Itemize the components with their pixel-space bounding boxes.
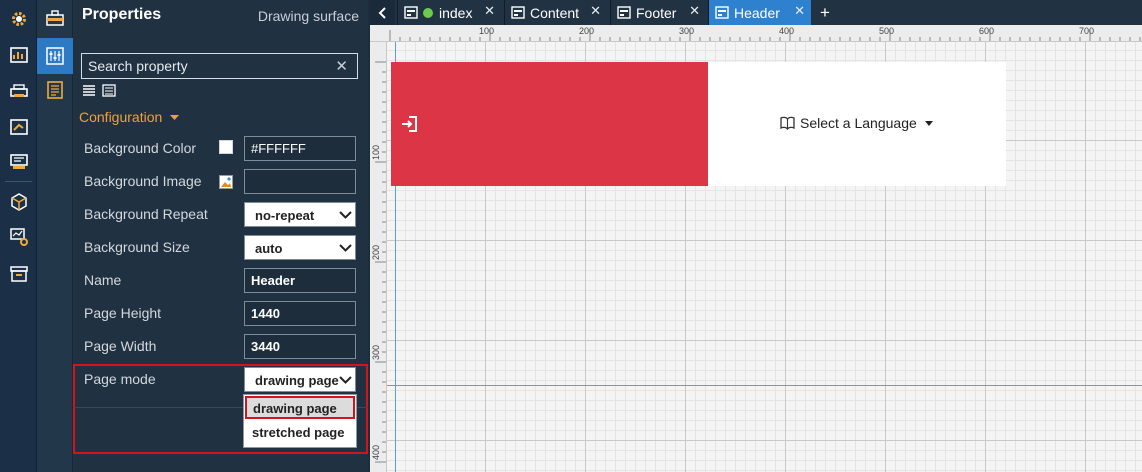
grouped-view-icon[interactable] (102, 84, 116, 97)
background-color-field[interactable]: #FFFFFF (244, 136, 356, 161)
search-input[interactable] (82, 54, 322, 78)
ruler-label: 100 (371, 145, 381, 160)
chevron-down-icon (339, 376, 352, 384)
close-icon[interactable]: ✕ (794, 3, 805, 19)
configuration-label: Configuration (79, 109, 163, 125)
background-image-field[interactable] (244, 169, 356, 194)
archive-icon[interactable] (9, 264, 28, 283)
option-drawing-page[interactable]: drawing page (245, 396, 355, 419)
tab-footer[interactable]: Footer ✕ (610, 0, 706, 25)
toolbox-icon[interactable] (37, 0, 73, 36)
tab-label: Content (530, 4, 580, 21)
printer-icon[interactable] (9, 81, 28, 100)
drawing-canvas[interactable]: 100 200 300 400 500 600 700 100 200 300 400 Selec… (370, 25, 1142, 472)
page-mode-value: drawing page (255, 373, 339, 388)
page-icon (617, 6, 631, 19)
properties-panel: Properties Drawing surface ✕ Configurati… (73, 0, 368, 472)
image-picker-icon[interactable] (219, 175, 233, 189)
page-width-label: Page Width (84, 338, 157, 354)
tab-bar: index ✕ Content ✕ Footer ✕ Header ✕ + (370, 0, 1142, 25)
icon-rail (0, 0, 37, 472)
ruler-label: 100 (479, 26, 494, 36)
background-repeat-value: no-repeat (255, 208, 315, 223)
caret-down-icon (924, 120, 933, 126)
ruler-vertical-ticks: 100 200 300 400 (371, 61, 386, 463)
cube-icon[interactable] (9, 192, 28, 211)
ruler-vertical: 100 200 300 400 (370, 42, 387, 472)
page-width-field[interactable]: 3440 (244, 334, 356, 359)
tab-content[interactable]: Content ✕ (504, 0, 607, 25)
tab-label: index (439, 4, 473, 21)
ruler-label: 300 (679, 26, 694, 36)
page-icon (511, 6, 525, 19)
tab-label: Header (734, 4, 780, 21)
ruler-label: 400 (779, 26, 794, 36)
page-mode-dropdown: drawing page stretched page (243, 394, 357, 448)
option-stretched-page[interactable]: stretched page (245, 421, 355, 444)
background-size-select[interactable]: auto (244, 235, 356, 260)
close-icon[interactable]: ✕ (590, 3, 601, 19)
panel-title: Properties (82, 6, 162, 23)
caret-down-icon (170, 115, 180, 121)
search-clear-icon[interactable]: ✕ (335, 57, 348, 75)
language-selector[interactable]: Select a Language (780, 115, 933, 131)
add-tab-button[interactable]: + (814, 0, 836, 25)
tab-index[interactable]: index ✕ (397, 0, 501, 25)
ruler-label: 200 (371, 245, 381, 260)
secondary-rail (37, 0, 73, 472)
close-icon[interactable]: ✕ (484, 3, 495, 19)
background-size-label: Background Size (84, 239, 190, 255)
login-icon[interactable] (401, 116, 417, 132)
properties-sliders-icon[interactable] (37, 38, 73, 74)
ruler-label: 400 (371, 445, 381, 460)
name-field[interactable]: Header (244, 268, 356, 293)
ruler-label: 200 (579, 26, 594, 36)
background-color-label: Background Color (84, 140, 197, 156)
ruler-horizontal: 100 200 300 400 500 600 700 (370, 25, 1142, 42)
configuration-section-toggle[interactable]: Configuration (79, 109, 180, 125)
page-mode-label: Page mode (84, 371, 156, 387)
view-toggle (82, 84, 116, 97)
export-chart-icon[interactable] (9, 117, 28, 136)
color-swatch[interactable] (219, 140, 233, 154)
status-dot (423, 7, 433, 18)
ruler-label: 600 (979, 26, 994, 36)
book-icon (780, 116, 795, 130)
background-image-label: Background Image (84, 173, 202, 189)
settings-gear-icon[interactable] (9, 9, 28, 28)
page-height-label: Page Height (84, 305, 162, 321)
page-icon (715, 6, 729, 19)
document-list-icon[interactable] (37, 72, 73, 108)
ruler-label: 700 (1079, 26, 1094, 36)
header-red-block[interactable] (391, 62, 708, 186)
tab-label: Footer (636, 4, 677, 21)
background-repeat-label: Background Repeat (84, 206, 208, 222)
language-selector-label: Select a Language (800, 115, 917, 131)
ruler-label: 500 (879, 26, 894, 36)
list-view-icon[interactable] (82, 84, 96, 97)
dashboard-icon[interactable] (9, 152, 28, 171)
header-page[interactable]: Select a Language (391, 62, 1006, 186)
ruler-label: 300 (371, 345, 381, 360)
background-repeat-select[interactable]: no-repeat (244, 202, 356, 227)
page-mode-select[interactable]: drawing page (244, 367, 356, 392)
chevron-left-icon (378, 6, 386, 19)
tab-header[interactable]: Header ✕ (708, 0, 811, 25)
page-height-field[interactable]: 1440 (244, 301, 356, 326)
page-icon (404, 6, 418, 19)
background-size-value: auto (255, 241, 283, 256)
ruler-horizontal-ticks: 100 200 300 400 500 600 700 (389, 26, 1141, 41)
name-label: Name (84, 272, 122, 288)
chevron-down-icon (339, 211, 352, 219)
close-icon[interactable]: ✕ (689, 3, 700, 19)
panel-subtitle: Drawing surface (257, 8, 359, 24)
chevron-down-icon (339, 244, 352, 252)
monitor-settings-icon[interactable] (9, 227, 28, 246)
tab-scroll-left[interactable] (370, 0, 395, 25)
chart-icon[interactable] (9, 45, 28, 64)
rail-divider (5, 181, 32, 182)
horizontal-guide-line[interactable] (387, 385, 1142, 386)
search-box[interactable]: ✕ (81, 53, 358, 79)
